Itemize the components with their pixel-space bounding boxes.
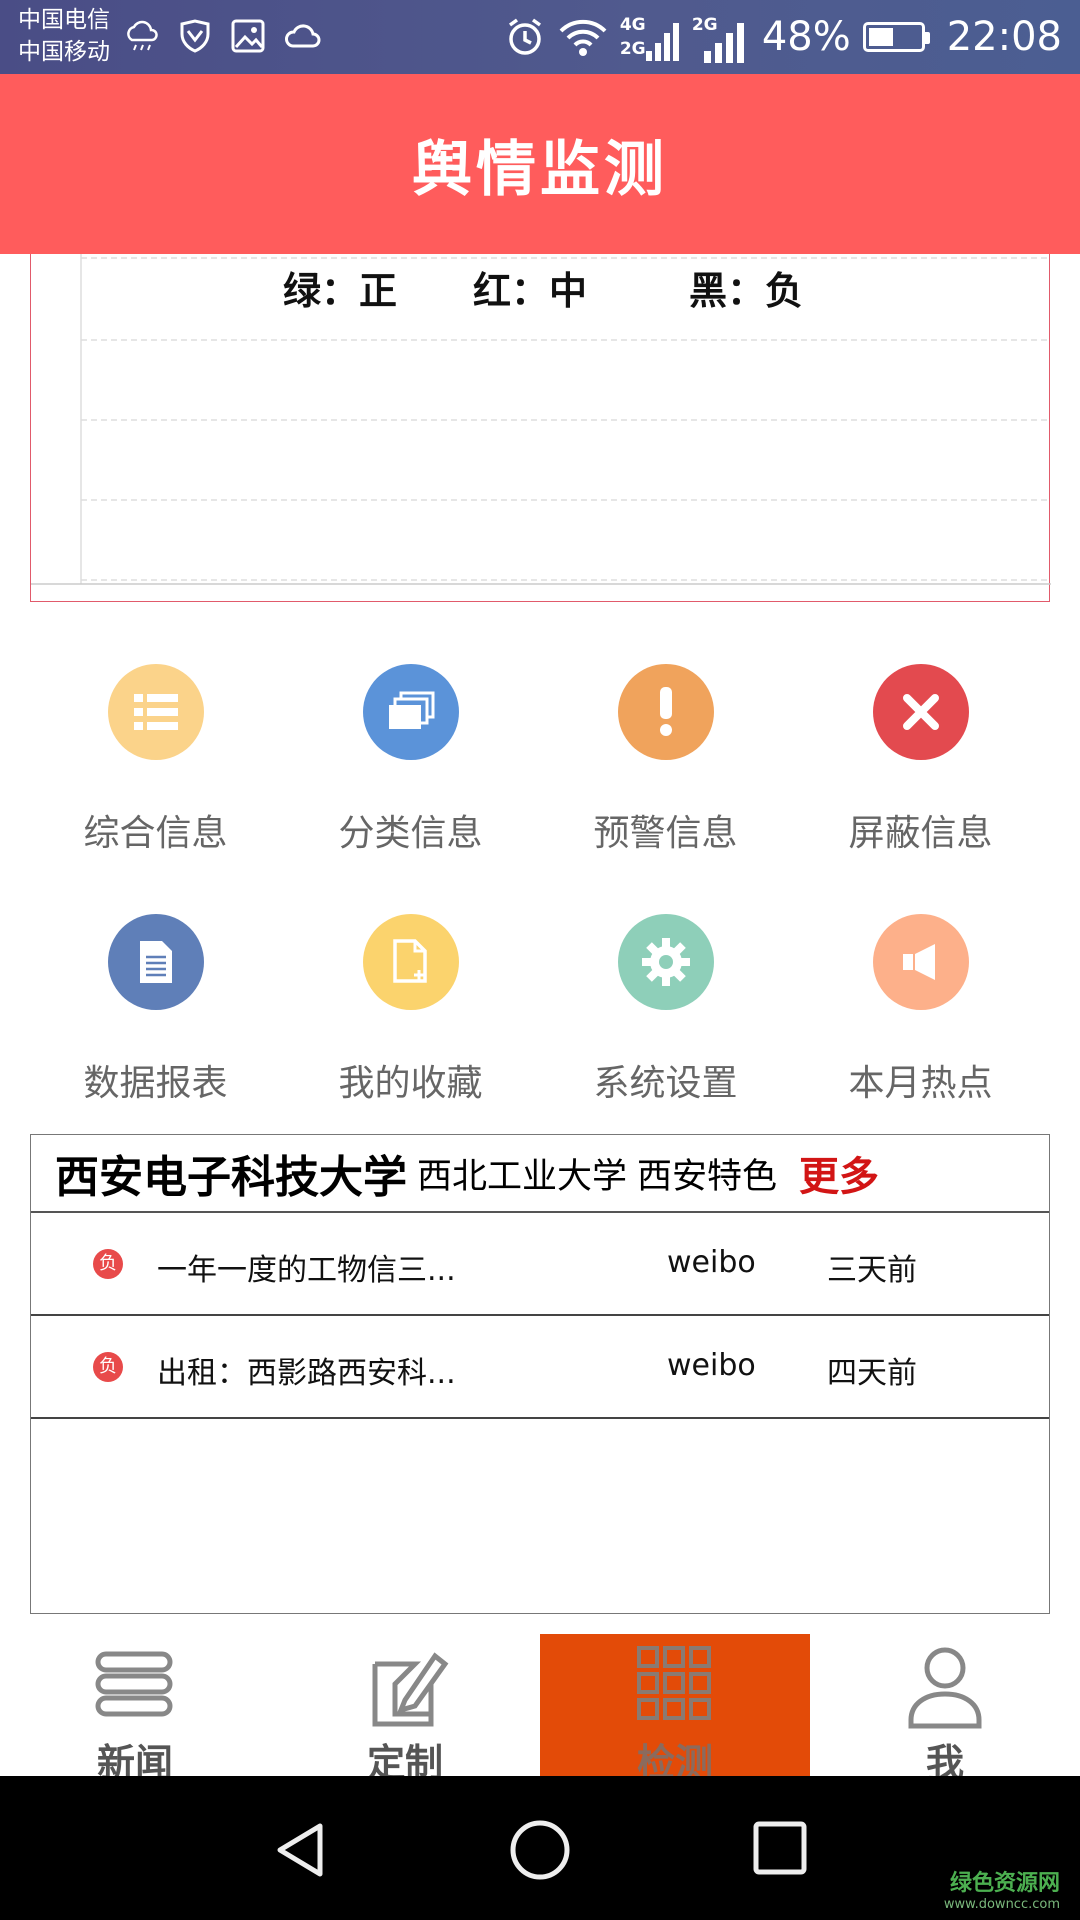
signal-sim2: 2G — [692, 9, 750, 65]
battery-icon — [862, 22, 930, 52]
signal-bars-icon — [645, 23, 679, 61]
legend-negative: 黑：负 — [689, 269, 804, 313]
menu-label: 综合信息 — [83, 813, 228, 854]
news-title: 一年一度的工物信三... — [157, 1253, 456, 1288]
sentiment-badge: 负 — [93, 1249, 123, 1279]
menu-category-info[interactable]: 分类信息 — [283, 664, 538, 856]
news-panel: 西安电子科技大学 西北工业大学 西安特色 更多 负 一年一度的工物信三... w… — [30, 1134, 1050, 1614]
news-row[interactable]: 负 一年一度的工物信三... weibo 三天前 — [31, 1213, 1049, 1316]
menu-label: 系统设置 — [593, 1063, 738, 1104]
nav-me[interactable]: 我 — [810, 1634, 1080, 1785]
image-icon — [231, 19, 265, 53]
speaker-icon — [872, 914, 969, 1010]
news-time: 三天前 — [827, 1253, 917, 1288]
app-header: 舆情监测 — [0, 74, 1080, 254]
grid-icon — [637, 1646, 711, 1720]
nav-monitor[interactable]: 检测 — [540, 1634, 810, 1785]
menu-data-report[interactable]: 数据报表 — [28, 914, 283, 1106]
menu-blocked-info[interactable]: 屏蔽信息 — [793, 664, 1048, 856]
gear-icon — [617, 914, 714, 1010]
page-title: 舆情监测 — [412, 134, 668, 205]
sentiment-badge: 负 — [93, 1352, 123, 1382]
edit-icon — [372, 1652, 449, 1727]
exclamation-icon — [617, 664, 714, 760]
signal-bars-icon — [703, 23, 744, 63]
watermark-name: 绿色资源网 — [949, 1871, 1060, 1896]
add-file-icon — [362, 914, 459, 1010]
nav-customize[interactable]: 定制 — [270, 1634, 540, 1785]
recents-icon[interactable] — [752, 1820, 808, 1876]
status-right: 4G 2G 2G 48% 22:08 — [504, 0, 1062, 74]
network-type-1b: 2G — [619, 39, 646, 59]
status-bar: 中国电信 中国移动 4G 2G 2G 48% 22:08 — [0, 0, 1080, 74]
home-icon[interactable] — [508, 1818, 572, 1882]
signal-sim1: 4G 2G — [620, 9, 680, 65]
close-icon — [872, 664, 969, 760]
menu-label: 分类信息 — [338, 813, 483, 854]
bottom-nav: 新闻 定制 检测 我 — [0, 1634, 1080, 1785]
news-source: weibo — [667, 1348, 756, 1383]
tab-xian-feature[interactable]: 西安特色 — [637, 1148, 777, 1199]
carrier-1: 中国电信 — [18, 7, 110, 33]
more-link[interactable]: 更多 — [799, 1144, 879, 1202]
cloud-icon — [285, 24, 321, 48]
list-icon — [107, 664, 204, 760]
news-source: weibo — [667, 1245, 756, 1280]
clock: 22:08 — [946, 14, 1062, 60]
tab-nwpu[interactable]: 西北工业大学 — [417, 1148, 627, 1199]
news-tabs: 西安电子科技大学 西北工业大学 西安特色 更多 — [31, 1135, 1049, 1213]
nav-news[interactable]: 新闻 — [0, 1634, 270, 1785]
system-nav-bar: 绿色资源网 www.downcc.com — [0, 1776, 1080, 1920]
sentiment-chart: 绿：正 红：中 黑：负 — [30, 254, 1051, 602]
menu-lines-icon — [95, 1651, 173, 1717]
menu-label: 本月热点 — [848, 1063, 993, 1104]
shield-icon — [180, 19, 210, 53]
back-icon[interactable] — [272, 1820, 328, 1880]
weather-cloud-rain-icon — [127, 20, 158, 51]
legend-positive: 绿：正 — [283, 269, 398, 313]
document-icon — [107, 914, 204, 1010]
carrier-labels: 中国电信 中国移动 — [18, 4, 110, 68]
menu-label: 屏蔽信息 — [848, 813, 993, 854]
stack-icon — [362, 664, 459, 760]
wifi-icon — [559, 19, 607, 56]
network-type-1: 4G — [619, 15, 646, 35]
menu-warning-info[interactable]: 预警信息 — [538, 664, 793, 856]
menu-comprehensive-info[interactable]: 综合信息 — [28, 664, 283, 856]
watermark-url: www.downcc.com — [943, 1897, 1060, 1912]
news-title: 出租：西影路西安科... — [157, 1356, 456, 1391]
news-time: 四天前 — [827, 1356, 917, 1391]
tab-xidian[interactable]: 西安电子科技大学 — [55, 1141, 407, 1205]
battery-percent: 48% — [761, 14, 851, 60]
battery-level — [868, 28, 893, 46]
news-row[interactable]: 负 出租：西影路西安科... weibo 四天前 — [31, 1316, 1049, 1419]
menu-label: 数据报表 — [83, 1063, 228, 1104]
user-icon — [908, 1647, 982, 1729]
menu-system-settings[interactable]: 系统设置 — [538, 914, 793, 1106]
carrier-2: 中国移动 — [18, 39, 110, 65]
menu-label: 我的收藏 — [338, 1063, 483, 1104]
legend-neutral: 红：中 — [473, 269, 588, 313]
watermark: 绿色资源网 www.downcc.com — [944, 1865, 1060, 1912]
alarm-icon — [508, 18, 541, 55]
chart-legend: 绿：正 红：中 黑：负 — [31, 260, 1051, 313]
menu-monthly-hot[interactable]: 本月热点 — [793, 914, 1048, 1106]
menu-label: 预警信息 — [593, 813, 738, 854]
menu-my-favorites[interactable]: 我的收藏 — [283, 914, 538, 1106]
